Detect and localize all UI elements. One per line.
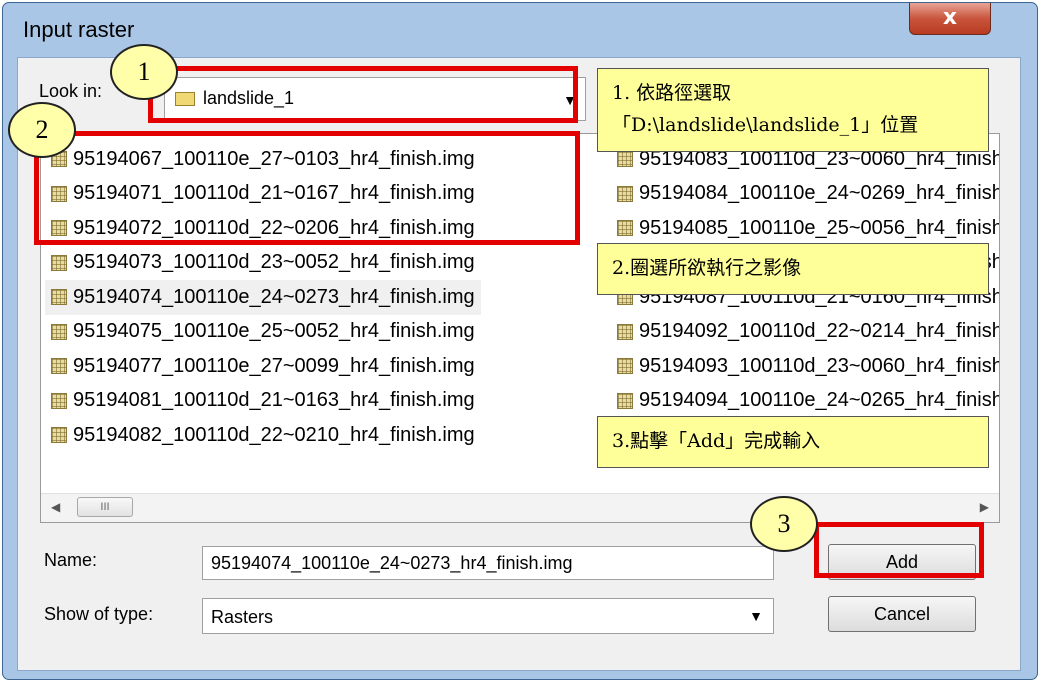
folder-icon: [175, 92, 195, 106]
file-item[interactable]: 95194092_100110d_22~0214_hr4_finish.img: [611, 315, 999, 350]
raster-image-icon: [617, 220, 633, 237]
file-name: 95194092_100110d_22~0214_hr4_finish.img: [639, 320, 999, 343]
file-item[interactable]: 95194084_100110e_24~0269_hr4_finish.img: [611, 177, 999, 212]
file-item[interactable]: 95194067_100110e_27~0103_hr4_finish.img: [45, 142, 481, 177]
raster-image-icon: [51, 392, 67, 409]
raster-image-icon: [51, 254, 67, 271]
cancel-button[interactable]: Cancel: [828, 596, 976, 632]
scroll-left-icon[interactable]: ◀: [51, 500, 60, 514]
file-item[interactable]: 95194094_100110e_24~0265_hr4_finish.img: [611, 384, 999, 419]
file-item[interactable]: 95194073_100110d_23~0052_hr4_finish.img: [45, 246, 481, 281]
file-item[interactable]: 95194093_100110d_23~0060_hr4_finish.img: [611, 349, 999, 384]
add-button[interactable]: Add: [828, 544, 976, 580]
file-name: 95194071_100110d_21~0167_hr4_finish.img: [73, 182, 475, 205]
raster-image-icon: [51, 358, 67, 375]
callout-step-1: 1. 依路徑選取 「D:\landslide\landslide_1」位置: [597, 68, 989, 152]
raster-image-icon: [51, 185, 67, 202]
file-name: 95194074_100110e_24~0273_hr4_finish.img: [73, 285, 475, 308]
file-item[interactable]: 95194081_100110d_21~0163_hr4_finish.img: [45, 384, 481, 419]
type-select[interactable]: Rasters ▼: [202, 598, 774, 634]
file-item[interactable]: 95194071_100110d_21~0167_hr4_finish.img: [45, 177, 481, 212]
type-value: Rasters: [211, 607, 274, 627]
look-in-value: landslide_1: [203, 88, 295, 108]
file-name: 95194082_100110d_22~0210_hr4_finish.img: [73, 423, 475, 446]
file-name: 95194084_100110e_24~0269_hr4_finish.img: [639, 182, 999, 205]
raster-image-icon: [617, 151, 633, 168]
dialog-title: Input raster: [23, 17, 135, 42]
file-name: 95194081_100110d_21~0163_hr4_finish.img: [73, 389, 475, 412]
file-name: 95194075_100110e_25~0052_hr4_finish.img: [73, 320, 475, 343]
callout-step-1-line-2: 「D:\landslide\landslide_1」位置: [612, 114, 919, 136]
horizontal-scrollbar[interactable]: ◀ III ▶: [41, 493, 999, 522]
file-item[interactable]: 95194075_100110e_25~0052_hr4_finish.img: [45, 315, 481, 350]
dropdown-arrow-icon[interactable]: ▼: [749, 608, 763, 624]
raster-image-icon: [51, 323, 67, 340]
type-label: Show of type:: [44, 604, 154, 624]
file-name: 95194067_100110e_27~0103_hr4_finish.img: [73, 147, 475, 170]
file-name: 95194073_100110d_23~0052_hr4_finish.img: [73, 251, 475, 274]
callout-step-3: 3.點擊「Add」完成輸入: [597, 416, 989, 468]
raster-image-icon: [617, 323, 633, 340]
close-button[interactable]: x: [909, 3, 991, 35]
raster-image-icon: [51, 427, 67, 444]
step-3-marker: 3: [750, 496, 818, 552]
file-name: 95194077_100110e_27~0099_hr4_finish.img: [73, 354, 475, 377]
dropdown-arrow-icon[interactable]: ▼: [563, 92, 577, 108]
name-label: Name:: [44, 550, 98, 570]
close-icon: x: [942, 5, 958, 30]
name-input[interactable]: 95194074_100110e_24~0273_hr4_finish.img: [202, 546, 774, 580]
file-item[interactable]: 95194077_100110e_27~0099_hr4_finish.img: [45, 349, 481, 384]
file-name: 95194072_100110d_22~0206_hr4_finish.img: [73, 216, 475, 239]
raster-image-icon: [617, 185, 633, 202]
scroll-right-icon[interactable]: ▶: [980, 500, 989, 514]
scroll-thumb[interactable]: III: [77, 497, 133, 517]
raster-image-icon: [51, 220, 67, 237]
file-column-1: 95194067_100110e_27~0103_hr4_finish.img 9…: [45, 142, 481, 453]
step-1-marker: 1: [110, 44, 178, 100]
file-name: 95194094_100110e_24~0265_hr4_finish.img: [639, 389, 999, 412]
file-item[interactable]: 95194082_100110d_22~0210_hr4_finish.img: [45, 418, 481, 453]
file-name: 95194093_100110d_23~0060_hr4_finish.img: [639, 354, 999, 377]
step-2-marker: 2: [8, 102, 76, 158]
file-item[interactable]: 95194074_100110e_24~0273_hr4_finish.img: [45, 280, 481, 315]
file-name: 95194085_100110e_25~0056_hr4_finish.img: [639, 216, 999, 239]
raster-image-icon: [51, 289, 67, 306]
raster-image-icon: [617, 392, 633, 409]
callout-step-2: 2.圈選所欲執行之影像: [597, 243, 989, 295]
look-in-dropdown[interactable]: landslide_1 ▼: [164, 77, 586, 121]
raster-image-icon: [617, 358, 633, 375]
callout-step-1-line-1: 1. 依路徑選取: [612, 82, 732, 104]
file-item[interactable]: 95194085_100110e_25~0056_hr4_finish.img: [611, 211, 999, 246]
file-item[interactable]: 95194072_100110d_22~0206_hr4_finish.img: [45, 211, 481, 246]
look-in-label: Look in:: [39, 81, 103, 101]
